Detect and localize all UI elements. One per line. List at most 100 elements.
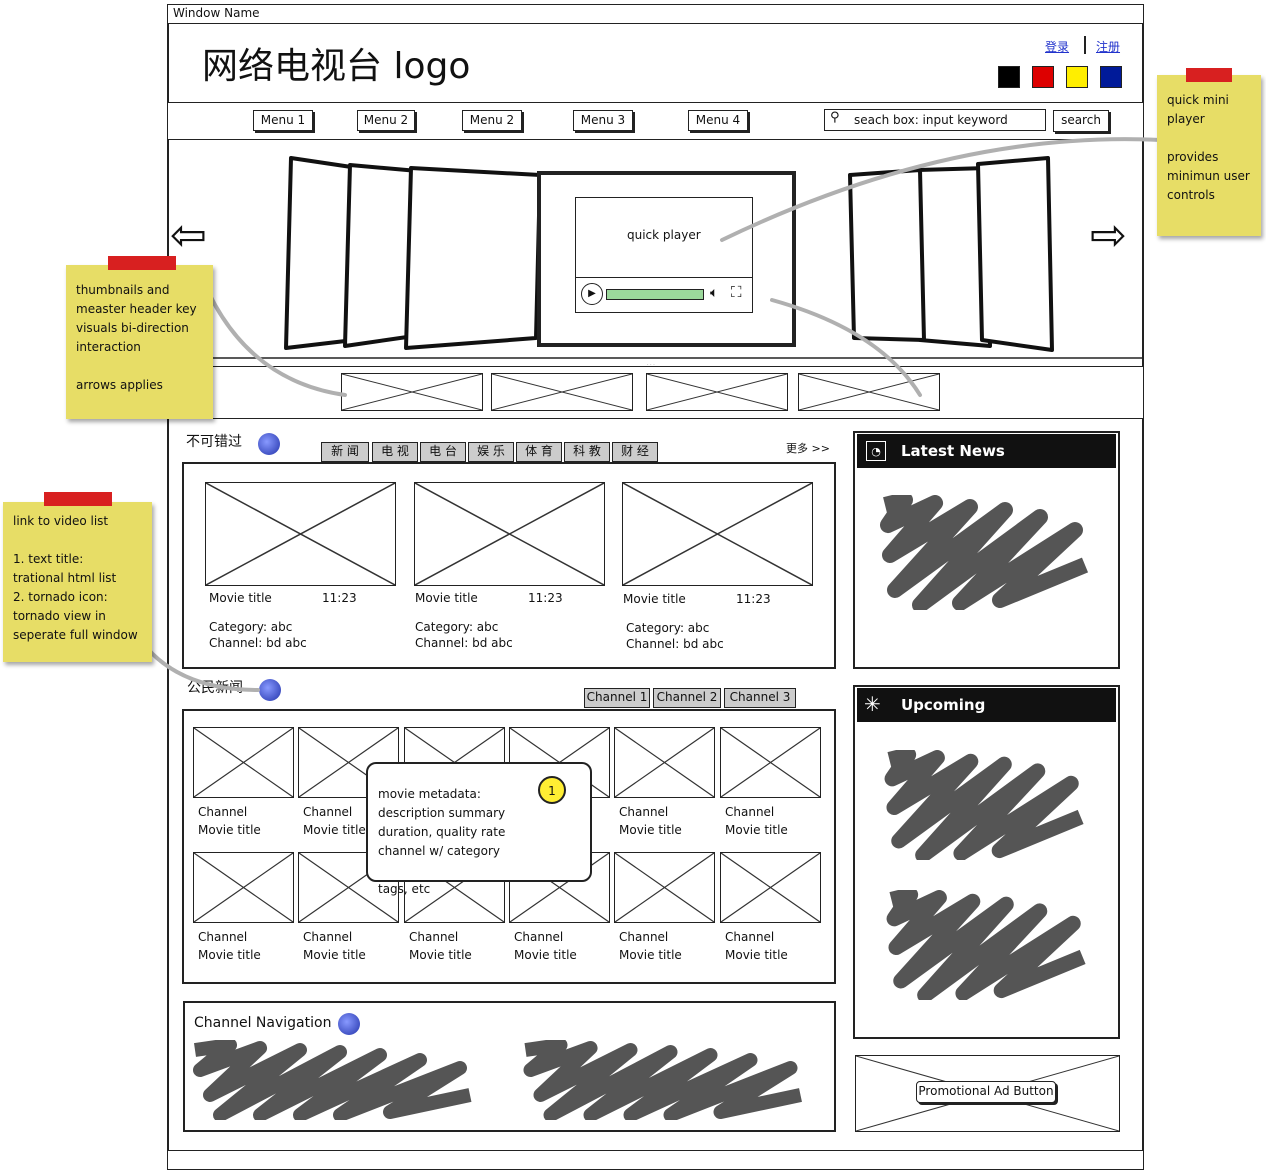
- tooltip-text: movie metadata: description summary durati…: [378, 787, 506, 896]
- channel-label: Channel: [619, 805, 669, 819]
- login-link[interactable]: 登录: [1045, 38, 1069, 55]
- movie-duration: 11:23: [528, 591, 563, 605]
- menu-1-button[interactable]: Menu 1: [253, 110, 313, 131]
- movie-title[interactable]: Movie title: [415, 591, 478, 606]
- search-icon: ⚲: [830, 110, 840, 125]
- movie-title[interactable]: Movie title: [514, 948, 577, 963]
- link-divider: [1084, 36, 1086, 54]
- movie-title[interactable]: Movie title: [725, 823, 788, 838]
- progress-bar[interactable]: [606, 289, 704, 300]
- svg-text:...: ...: [646, 358, 656, 365]
- channel-label: Channel: [198, 930, 248, 944]
- video-thumbnail[interactable]: [622, 482, 813, 586]
- movie-category: Category: abc: [209, 620, 293, 634]
- movie-title[interactable]: Movie title: [725, 948, 788, 963]
- theme-swatch-black[interactable]: [998, 66, 1020, 88]
- title-bar: [167, 4, 1144, 24]
- movie-title[interactable]: Movie title: [198, 948, 261, 963]
- channel-label: Channel: [409, 930, 459, 944]
- menu-3-button[interactable]: Menu 3: [573, 110, 633, 131]
- menu-4-button[interactable]: Menu 4: [688, 110, 748, 131]
- tooltip-badge: 1: [538, 776, 566, 804]
- rss-icon: ◔: [866, 441, 886, 461]
- video-thumbnail[interactable]: [414, 482, 605, 586]
- tornado-icon[interactable]: [258, 433, 280, 455]
- section1-more-link[interactable]: 更多 >>: [786, 442, 830, 456]
- theme-swatch-yellow[interactable]: [1066, 66, 1088, 88]
- theme-swatch-red[interactable]: [1032, 66, 1054, 88]
- upcoming-scribble: [884, 750, 1084, 860]
- note-tape: [1186, 68, 1232, 82]
- promo-ad-button[interactable]: Promotional Ad Button: [916, 1081, 1056, 1103]
- channel-label: Channel: [725, 805, 775, 819]
- tornado-icon[interactable]: [338, 1013, 360, 1035]
- channel-label: Channel: [303, 805, 353, 819]
- arrow-right-icon[interactable]: ⇨: [1090, 214, 1127, 258]
- channel-thumbnail[interactable]: [720, 852, 821, 923]
- movie-category: Category: abc: [415, 620, 499, 634]
- note-quick-mini-player: quick mini player provides minimun user …: [1157, 75, 1261, 236]
- channel-thumbnail[interactable]: [614, 852, 715, 923]
- movie-title[interactable]: Movie title: [619, 823, 682, 838]
- section2-tab[interactable]: Channel 3: [724, 688, 796, 708]
- channel-label: Channel: [619, 930, 669, 944]
- section1-tab[interactable]: 电 视: [372, 442, 418, 462]
- search-button[interactable]: search: [1053, 110, 1109, 132]
- footer-bar: [167, 1150, 1144, 1170]
- movie-channel: Channel: bd abc: [626, 637, 724, 651]
- section1-tab[interactable]: 科 教: [564, 442, 610, 462]
- strip-thumbnail[interactable]: [646, 373, 788, 411]
- fullscreen-icon[interactable]: ⛶: [731, 283, 742, 301]
- video-thumbnail[interactable]: [205, 482, 396, 586]
- section1-tab[interactable]: 新 闻: [321, 442, 369, 462]
- section1-tab[interactable]: 电 台: [420, 442, 466, 462]
- upcoming-header: Upcoming: [857, 688, 1116, 722]
- note-tape: [44, 492, 112, 506]
- menu-2-button[interactable]: Menu 2: [357, 110, 415, 131]
- movie-duration: 11:23: [736, 592, 771, 606]
- menu-2b-button[interactable]: Menu 2: [462, 110, 522, 131]
- player-label: quick player: [627, 228, 701, 242]
- section2-tab[interactable]: Channel 1: [584, 688, 650, 708]
- movie-channel: Channel: bd abc: [209, 636, 307, 650]
- section2-tab[interactable]: Channel 2: [653, 688, 721, 708]
- section2-title: 公民新闻: [187, 680, 243, 696]
- news-scribble: [880, 495, 1089, 610]
- channel-thumbnail[interactable]: [720, 727, 821, 798]
- theme-swatch-blue[interactable]: [1100, 66, 1122, 88]
- movie-title[interactable]: Movie title: [198, 823, 261, 838]
- volume-icon[interactable]: 🔈︎: [710, 285, 718, 301]
- section1-tab[interactable]: 体 育: [516, 442, 562, 462]
- note-video-list: link to video list 1. text title: tratio…: [3, 502, 152, 662]
- channel-nav-scribble: [523, 1040, 802, 1120]
- play-icon[interactable]: ▶: [581, 283, 603, 305]
- search-placeholder: seach box: input keyword: [854, 113, 1008, 127]
- register-link[interactable]: 注册: [1096, 38, 1120, 55]
- channel-label: Channel: [198, 805, 248, 819]
- movie-duration: 11:23: [322, 591, 357, 605]
- section1-tab[interactable]: 财 经: [612, 442, 658, 462]
- strip-thumbnail[interactable]: [341, 373, 483, 411]
- strip-thumbnail[interactable]: [491, 373, 633, 411]
- movie-title[interactable]: Movie title: [619, 948, 682, 963]
- arrow-left-icon[interactable]: ⇦: [170, 214, 207, 258]
- window-title: Window Name: [173, 6, 260, 20]
- channel-label: Channel: [514, 930, 564, 944]
- channel-nav-title: Channel Navigation: [194, 1015, 332, 1031]
- channel-label: Channel: [303, 930, 353, 944]
- movie-title[interactable]: Movie title: [303, 948, 366, 963]
- channel-thumbnail[interactable]: [614, 727, 715, 798]
- movie-title[interactable]: Movie title: [209, 591, 272, 606]
- upcoming-scribble: [886, 890, 1086, 1000]
- tornado-icon[interactable]: [259, 679, 281, 701]
- latest-news-header: Latest News: [857, 434, 1116, 468]
- section1-title: 不可错过: [186, 434, 242, 450]
- section1-tab[interactable]: 娱 乐: [468, 442, 514, 462]
- movie-category: Category: abc: [626, 621, 710, 635]
- channel-thumbnail[interactable]: [193, 727, 294, 798]
- movie-title[interactable]: Movie title: [409, 948, 472, 963]
- movie-title[interactable]: Movie title: [623, 592, 686, 607]
- channel-thumbnail[interactable]: [193, 852, 294, 923]
- movie-title[interactable]: Movie title: [303, 823, 366, 838]
- strip-thumbnail[interactable]: [798, 373, 940, 411]
